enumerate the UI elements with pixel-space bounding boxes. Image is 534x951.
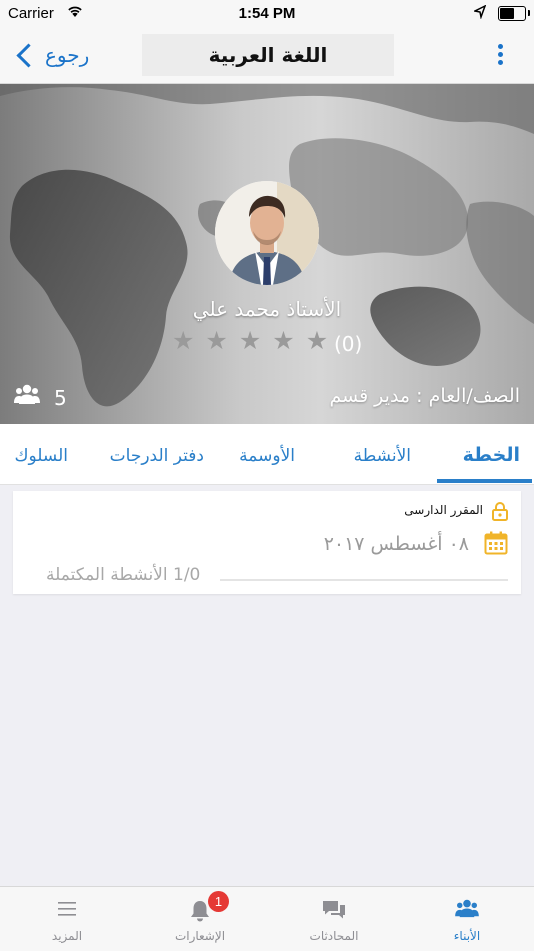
tabbar-children-label: الأبناء [453, 929, 481, 943]
activities-progress-bar [220, 579, 508, 581]
tab-activities[interactable]: الأنشطة [354, 446, 411, 466]
plan-card[interactable]: المقرر الدارسى ٠٨ أغسطس ٢٠١٧ 1/0 الأنشطة… [13, 491, 521, 594]
tab-plan[interactable]: الخطة [463, 444, 520, 466]
tabbar-more[interactable]: المزيد [0, 887, 134, 951]
tabbar-more-label: المزيد [51, 929, 83, 943]
teacher-name: الأستاذ محمد علي [192, 297, 342, 321]
back-label: رجوع [45, 43, 90, 67]
tab-behavior[interactable]: السلوك [15, 446, 69, 466]
hamburger-menu-icon [0, 899, 134, 925]
star-icon[interactable]: ★ [272, 328, 294, 354]
battery-icon [498, 6, 526, 21]
notifications-badge: 1 [208, 891, 229, 912]
page-title: اللغة العربية [208, 43, 328, 67]
dot [498, 52, 503, 57]
chevron-left-icon [16, 42, 41, 68]
nav-title-box: اللغة العربية [142, 34, 394, 76]
class-info: الصف/العام : مدير قسم [329, 385, 520, 407]
bottom-tab-bar: الأبناء المحادثات 1 الإشعارات المزيد [0, 886, 534, 951]
tabbar-conversations-label: المحادثات [309, 929, 359, 943]
back-button[interactable]: رجوع [14, 38, 89, 72]
teacher-avatar [215, 181, 319, 285]
calendar-icon [484, 531, 508, 559]
course-label: المقرر الدارسى [404, 503, 483, 517]
segment-tabs: الخطة الأنشطة الأوسمة دفتر الدرجات السلو… [0, 424, 534, 485]
bell-icon [133, 899, 267, 925]
chat-bubbles-icon [267, 899, 401, 925]
teacher-header: الأستاذ محمد علي ★ ★ ★ ★ ★ (0) 5 الصف/ال… [0, 84, 534, 424]
tab-gradebook[interactable]: دفتر الدرجات [110, 446, 204, 466]
location-arrow-icon [472, 4, 487, 23]
clock: 1:54 PM [238, 5, 296, 22]
star-icon[interactable]: ★ [205, 328, 227, 354]
active-tab-indicator [437, 479, 532, 483]
completed-activities-label: 1/0 الأنشطة المكتملة [46, 565, 201, 585]
people-icon [14, 384, 40, 411]
people-icon [400, 899, 534, 925]
status-bar: Carrier 1:54 PM [0, 0, 534, 28]
more-options-button[interactable] [498, 44, 504, 68]
navigation-bar: رجوع اللغة العربية [0, 28, 534, 84]
students-count-value: 5 [54, 385, 67, 410]
star-icon[interactable]: ★ [239, 328, 261, 354]
tabbar-children[interactable]: الأبناء [400, 887, 534, 951]
students-count: 5 [14, 384, 67, 411]
tabbar-notifications[interactable]: 1 الإشعارات [133, 887, 267, 951]
dot [498, 44, 503, 49]
tabbar-notifications-label: الإشعارات [174, 929, 226, 943]
plan-date: ٠٨ أغسطس ٢٠١٧ [323, 533, 469, 555]
lock-icon [491, 501, 509, 525]
dot [498, 60, 503, 65]
star-icon[interactable]: ★ [306, 328, 328, 354]
star-rating[interactable]: ★ ★ ★ ★ ★ [172, 328, 328, 354]
battery-tip [528, 10, 530, 16]
star-icon[interactable]: ★ [172, 328, 194, 354]
rating-count: (0) [334, 332, 363, 356]
tabbar-conversations[interactable]: المحادثات [267, 887, 401, 951]
tab-badges[interactable]: الأوسمة [239, 446, 295, 466]
